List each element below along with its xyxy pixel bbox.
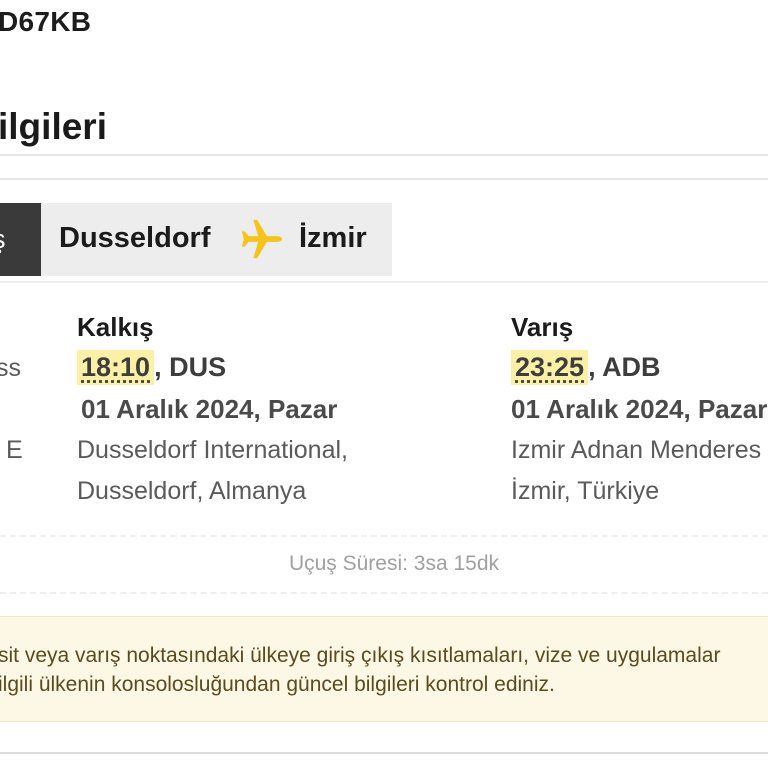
cut-text: E: [6, 436, 23, 464]
departure-airport: Dusseldorf International,: [77, 436, 348, 464]
arrival-city: İzmir, Türkiye: [511, 477, 660, 505]
arrival-date: 01 Aralık 2024, Pazar: [511, 394, 768, 424]
notice-text-line1: sit veya varış noktasındaki ülkeye giriş…: [0, 644, 721, 667]
leg-tab-active[interactable]: [0, 203, 41, 276]
dashed-divider: [0, 592, 768, 594]
divider: [0, 281, 768, 283]
departure-label: Kalkış: [77, 312, 154, 342]
section-title: ilgileri: [0, 106, 107, 147]
divider: [0, 178, 768, 180]
arrival-airport: Izmir Adnan Menderes: [511, 436, 762, 464]
flight-duration: Uçuş Süresi: 3sa 15dk: [288, 552, 500, 575]
booking-header: [0, 0, 768, 100]
leg-tab-label: ş: [0, 224, 6, 255]
notice-box: [0, 616, 768, 722]
cut-text: ss: [0, 354, 21, 382]
departure-time: 18:10: [77, 350, 155, 385]
departure-code: , DUS: [154, 352, 227, 382]
arrival-code: , ADB: [588, 352, 661, 382]
departure-city: Dusseldorf, Almanya: [77, 477, 307, 505]
notice-text-line2: ilgili ülkenin konsolosluğundan güncel b…: [0, 673, 555, 696]
route-destination: İzmir: [299, 222, 367, 254]
booking-code: D67KB: [0, 6, 92, 37]
route-origin: Dusseldorf: [59, 222, 211, 254]
divider: [0, 154, 768, 156]
dashed-divider: [0, 535, 768, 537]
plane-icon: [241, 219, 283, 259]
arrival-time: 23:25: [511, 350, 589, 385]
arrival-time-row: 23:25, ADB: [511, 350, 661, 385]
departure-time-row: 18:10, DUS: [77, 350, 226, 385]
arrival-label: Varış: [511, 312, 574, 342]
divider: [0, 752, 768, 754]
departure-date: 01 Aralık 2024, Pazar: [81, 394, 338, 424]
